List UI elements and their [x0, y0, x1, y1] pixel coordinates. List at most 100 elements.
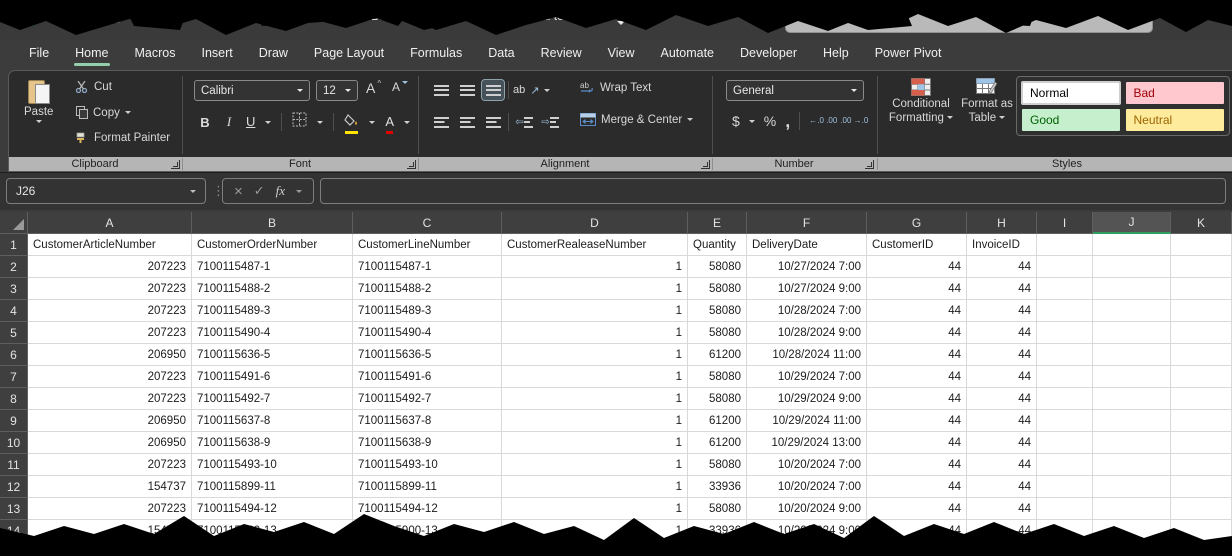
- row-header-2[interactable]: 2: [0, 256, 28, 278]
- cell[interactable]: 10/27/2024 9:00: [747, 278, 867, 300]
- cell[interactable]: [1037, 476, 1093, 498]
- cell[interactable]: 7100115494-12: [192, 498, 353, 520]
- cell[interactable]: 207223: [28, 278, 192, 300]
- cell[interactable]: 207223: [28, 498, 192, 520]
- cell[interactable]: 7100115489-3: [192, 300, 353, 322]
- cell[interactable]: 44: [867, 366, 967, 388]
- cell[interactable]: [1171, 322, 1232, 344]
- cell[interactable]: 10/20/2024 9:00: [747, 498, 867, 520]
- cell[interactable]: 10/27/2024 7:00: [747, 256, 867, 278]
- cell[interactable]: CustomerArticleNumber: [28, 234, 192, 256]
- cell[interactable]: InvoiceID: [967, 234, 1037, 256]
- row-header-6[interactable]: 6: [0, 344, 28, 366]
- column-header-C[interactable]: C: [353, 212, 502, 234]
- search-box-fragment[interactable]: [785, 6, 1153, 33]
- cell[interactable]: 206950: [28, 410, 192, 432]
- cell[interactable]: 1: [502, 300, 688, 322]
- cell[interactable]: 44: [967, 454, 1037, 476]
- style-chip-normal[interactable]: Normal: [1022, 82, 1120, 104]
- cell[interactable]: 44: [867, 454, 967, 476]
- tab-review[interactable]: Review: [528, 41, 595, 67]
- column-header-B[interactable]: B: [192, 212, 353, 234]
- cell[interactable]: [1171, 256, 1232, 278]
- cell[interactable]: 58080: [688, 498, 747, 520]
- row-header-8[interactable]: 8: [0, 388, 28, 410]
- cell[interactable]: 207223: [28, 454, 192, 476]
- tab-draw[interactable]: Draw: [246, 41, 301, 67]
- cell[interactable]: [1171, 454, 1232, 476]
- tab-data[interactable]: Data: [475, 41, 527, 67]
- alignment-dialog-launcher-icon[interactable]: [701, 160, 710, 169]
- tab-home[interactable]: Home: [62, 41, 121, 67]
- cell[interactable]: [1093, 388, 1171, 410]
- tab-macros[interactable]: Macros: [122, 41, 189, 67]
- cell[interactable]: [1171, 520, 1232, 542]
- cell[interactable]: 207223: [28, 256, 192, 278]
- bold-button[interactable]: B: [198, 115, 212, 130]
- cell[interactable]: [1171, 278, 1232, 300]
- cell[interactable]: [1093, 366, 1171, 388]
- cell[interactable]: 154737: [28, 520, 192, 542]
- cell[interactable]: [1037, 256, 1093, 278]
- decrease-indent-button[interactable]: ⇦: [513, 112, 535, 132]
- borders-button[interactable]: [292, 112, 307, 132]
- borders-chevron-icon[interactable]: [317, 121, 323, 124]
- cell[interactable]: [1093, 278, 1171, 300]
- cancel-button[interactable]: ×: [234, 183, 243, 200]
- cell[interactable]: 10/28/2024 11:00: [747, 344, 867, 366]
- cell[interactable]: [1093, 234, 1171, 256]
- cell[interactable]: [1037, 344, 1093, 366]
- cell[interactable]: [1093, 322, 1171, 344]
- cell[interactable]: 1: [502, 520, 688, 542]
- cell[interactable]: 7100115637-8: [192, 410, 353, 432]
- fx-chevron-icon[interactable]: [296, 190, 302, 193]
- cell[interactable]: [1037, 234, 1093, 256]
- cell[interactable]: 44: [967, 322, 1037, 344]
- row-header-9[interactable]: 9: [0, 410, 28, 432]
- row-header-4[interactable]: 4: [0, 300, 28, 322]
- column-header-E[interactable]: E: [688, 212, 747, 234]
- cell[interactable]: 7100115487-1: [353, 256, 502, 278]
- column-header-A[interactable]: A: [28, 212, 192, 234]
- cell[interactable]: [1171, 300, 1232, 322]
- column-header-G[interactable]: G: [867, 212, 967, 234]
- cell[interactable]: 44: [967, 410, 1037, 432]
- cell[interactable]: 1: [502, 388, 688, 410]
- cell[interactable]: [1037, 410, 1093, 432]
- row-header-7[interactable]: 7: [0, 366, 28, 388]
- cell[interactable]: [1171, 432, 1232, 454]
- cell[interactable]: [1037, 278, 1093, 300]
- fill-color-chevron-icon[interactable]: [369, 121, 375, 124]
- cell[interactable]: Quantity: [688, 234, 747, 256]
- currency-chevron-icon[interactable]: [749, 120, 755, 123]
- font-size-combo[interactable]: 12: [316, 80, 358, 101]
- increase-decimal-button[interactable]: ←.0 .00: [809, 117, 831, 125]
- cell[interactable]: 7100115899-11: [353, 476, 502, 498]
- font-dialog-launcher-icon[interactable]: [407, 160, 416, 169]
- underline-chevron-icon[interactable]: [265, 121, 271, 124]
- cell[interactable]: 58080: [688, 454, 747, 476]
- currency-button[interactable]: $: [732, 113, 740, 129]
- cut-button[interactable]: Cut: [76, 81, 112, 93]
- cell[interactable]: 10/20/2024 9:00: [747, 520, 867, 542]
- cell[interactable]: 10/29/2024 7:00: [747, 366, 867, 388]
- cell[interactable]: 7100115638-9: [192, 432, 353, 454]
- align-left-button[interactable]: [430, 112, 452, 132]
- cell[interactable]: 7100115636-5: [353, 344, 502, 366]
- cell[interactable]: 207223: [28, 366, 192, 388]
- column-header-D[interactable]: D: [502, 212, 688, 234]
- cell[interactable]: 7100115487-1: [192, 256, 353, 278]
- cell[interactable]: 1: [502, 256, 688, 278]
- column-header-I[interactable]: I: [1037, 212, 1093, 234]
- row-header-3[interactable]: 3: [0, 278, 28, 300]
- cell[interactable]: 44: [867, 322, 967, 344]
- cell[interactable]: 61200: [688, 432, 747, 454]
- cell[interactable]: CustomerOrderNumber: [192, 234, 353, 256]
- cell[interactable]: [1037, 498, 1093, 520]
- fill-color-button[interactable]: [344, 113, 359, 131]
- cell[interactable]: 206950: [28, 344, 192, 366]
- cell[interactable]: 44: [967, 366, 1037, 388]
- cell[interactable]: 44: [867, 410, 967, 432]
- cell[interactable]: 7100115492-7: [353, 388, 502, 410]
- cell[interactable]: [1093, 476, 1171, 498]
